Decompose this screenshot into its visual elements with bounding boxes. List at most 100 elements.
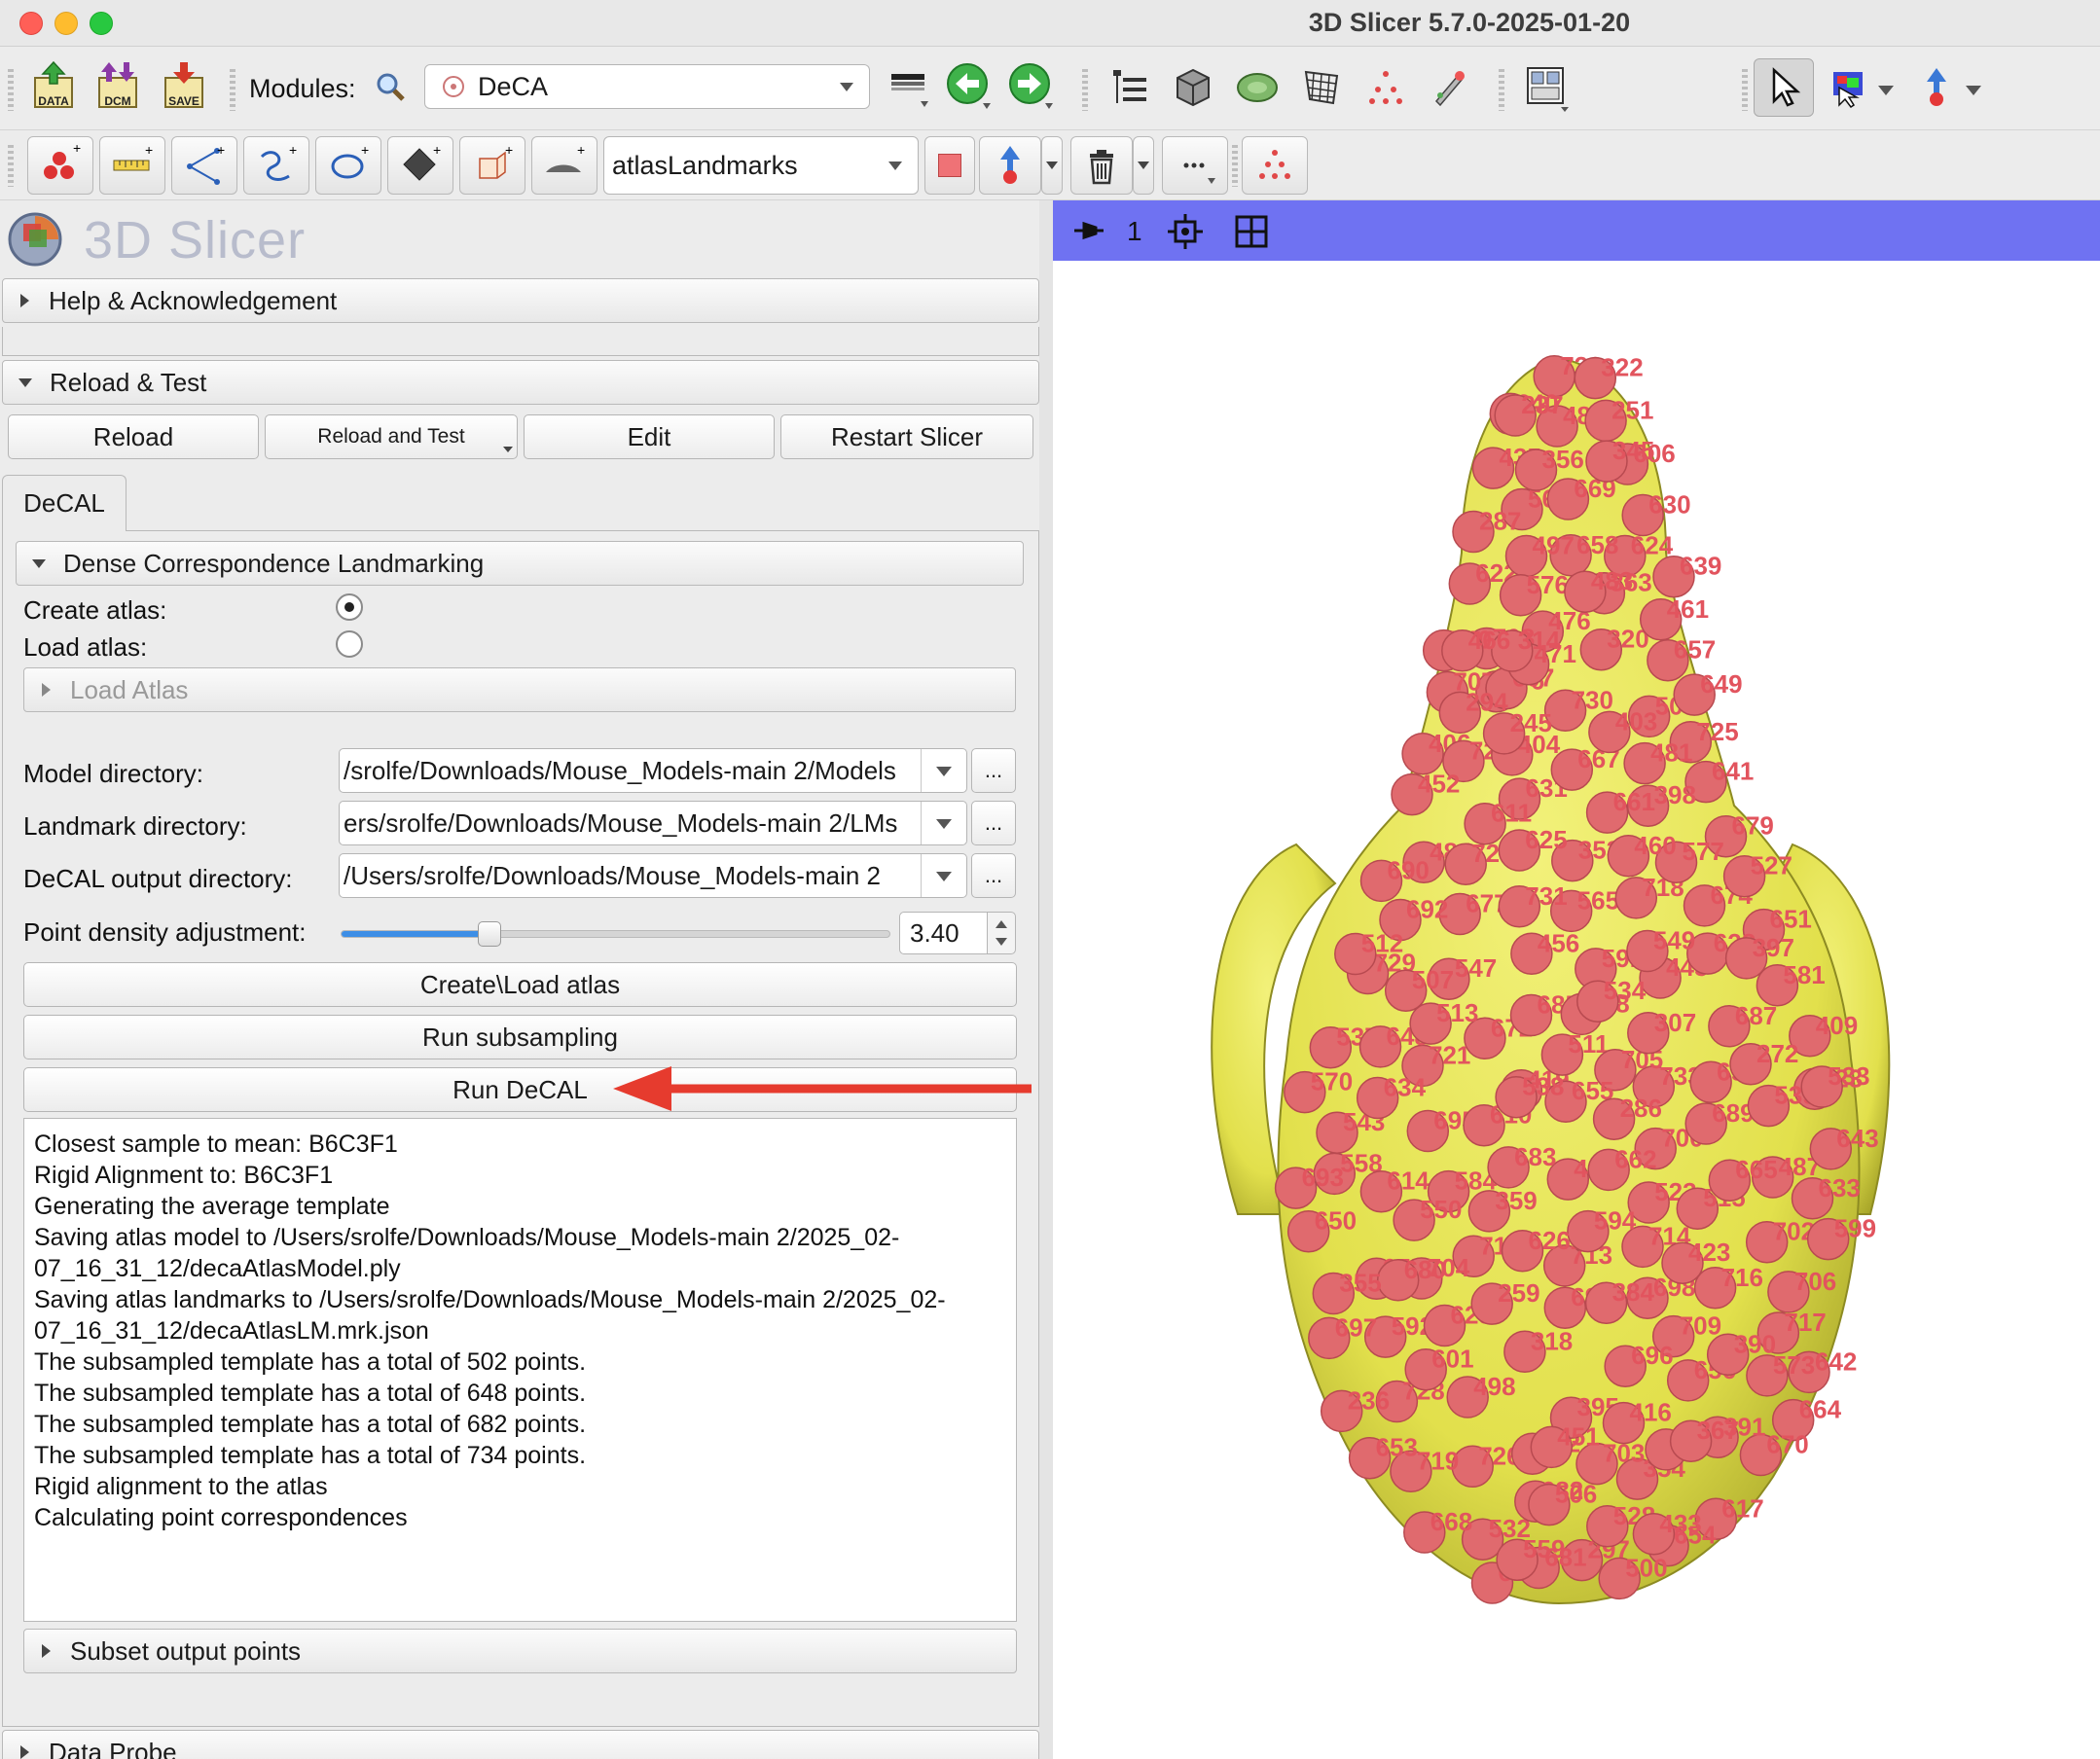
landmark-label: 416: [1630, 1398, 1672, 1427]
toolbar-grip[interactable]: [8, 66, 14, 111]
point-density-slider[interactable]: [341, 921, 890, 947]
create-atlas-radio[interactable]: [336, 593, 363, 621]
landmark-directory-field[interactable]: ers/srolfe/Downloads/Mouse_Models-main 2…: [339, 801, 967, 845]
models-module-button[interactable]: [1230, 60, 1285, 115]
create-surface-button[interactable]: +: [531, 136, 597, 195]
more-options-button[interactable]: [1162, 136, 1228, 195]
save-button[interactable]: SAVE: [158, 60, 212, 115]
load-atlas-radio[interactable]: [336, 630, 363, 658]
close-window-button[interactable]: [19, 12, 43, 35]
window-level-button[interactable]: [1824, 60, 1878, 115]
landmark-label: 355: [1339, 1269, 1381, 1298]
landmark-label: 693: [1302, 1163, 1344, 1192]
delete-options-arrow[interactable]: [1133, 136, 1154, 195]
plane-icon: +: [403, 143, 441, 181]
delete-markup-button[interactable]: [1070, 136, 1133, 195]
panel-splitter[interactable]: [1039, 200, 1053, 1759]
landmark-point[interactable]: 461: [1639, 594, 1709, 641]
toolbar-grip[interactable]: [1082, 66, 1088, 111]
create-closed-curve-button[interactable]: +: [315, 136, 381, 195]
output-directory-field[interactable]: /Users/srolfe/Downloads/Mouse_Models-mai…: [339, 853, 967, 898]
point-density-spinbox[interactable]: 3.40: [899, 912, 991, 954]
markup-node-selector[interactable]: atlasLandmarks: [603, 136, 919, 195]
edit-button[interactable]: Edit: [524, 414, 775, 459]
previous-module-button[interactable]: [942, 58, 996, 113]
module-search-icon[interactable]: [374, 70, 407, 108]
landmark-label: 550: [1420, 1195, 1462, 1224]
reload-and-test-button[interactable]: Reload and Test: [265, 414, 518, 459]
load-atlas-section[interactable]: Load Atlas: [23, 667, 1016, 712]
place-mode-menu-arrow[interactable]: [1966, 86, 1981, 95]
toolbar-grip[interactable]: [1742, 66, 1748, 111]
reload-button[interactable]: Reload: [8, 414, 259, 459]
model-directory-field[interactable]: /srolfe/Downloads/Mouse_Models-main 2/Mo…: [339, 748, 967, 793]
volumes-module-button[interactable]: [1166, 60, 1220, 115]
3d-view[interactable]: 1 59156856560641950355854761451162261753…: [1053, 200, 2100, 1759]
tab-decal[interactable]: DeCAL: [2, 475, 127, 531]
color-swatch: [938, 154, 961, 177]
dense-correspondence-section[interactable]: Dense Correspondence Landmarking: [16, 541, 1024, 586]
center-view-icon[interactable]: [1166, 212, 1205, 251]
landmark-point[interactable]: 500: [1598, 1553, 1668, 1600]
load-data-button[interactable]: DATA: [27, 60, 82, 115]
landmark-directory-browse-button[interactable]: ...: [971, 801, 1016, 845]
ruler-icon: +: [113, 143, 153, 171]
markups-visibility-button[interactable]: [1242, 136, 1308, 195]
window-level-menu-arrow[interactable]: [1878, 86, 1894, 95]
minimize-window-button[interactable]: [54, 12, 78, 35]
markup-color-button[interactable]: [924, 136, 975, 195]
landmark-label: 577: [1683, 837, 1724, 866]
model-directory-browse-button[interactable]: ...: [971, 748, 1016, 793]
transforms-module-button[interactable]: [1294, 60, 1349, 115]
landmark-point[interactable]: 599: [1806, 1214, 1876, 1261]
layout-grid-icon[interactable]: [1234, 214, 1269, 249]
help-acknowledgement-section[interactable]: Help & Acknowledgement: [2, 278, 1039, 323]
maximize-window-button[interactable]: [90, 12, 113, 35]
create-curve-button[interactable]: +: [243, 136, 309, 195]
markups-module-button[interactable]: [1358, 60, 1413, 115]
create-point-list-button[interactable]: +: [27, 136, 93, 195]
3d-scene[interactable]: 5915685656064195035585476145116226175325…: [1053, 261, 2100, 1759]
landmark-label: 397: [1753, 933, 1794, 962]
create-roi-button[interactable]: +: [459, 136, 525, 195]
spinbox-arrows[interactable]: [987, 912, 1016, 954]
dicom-button[interactable]: DCM: [91, 60, 146, 115]
load-atlas-section-label: Load Atlas: [70, 674, 189, 704]
landmark-point[interactable]: 649: [1673, 669, 1743, 716]
subset-output-points-section[interactable]: Subset output points: [23, 1629, 1017, 1673]
toolbar-grip[interactable]: [230, 66, 235, 111]
landmark-point[interactable]: 322: [1574, 353, 1644, 400]
place-fiducial-button[interactable]: [1909, 60, 1964, 115]
landmark-label: 251: [1611, 395, 1653, 424]
toolbar-grip[interactable]: [1499, 66, 1504, 111]
reload-test-section[interactable]: Reload & Test: [2, 360, 1039, 405]
create-plane-button[interactable]: +: [387, 136, 453, 195]
layout-button[interactable]: [1520, 60, 1575, 115]
place-options-arrow[interactable]: [1041, 136, 1063, 195]
data-module-button[interactable]: [1104, 60, 1158, 115]
editor-module-button[interactable]: [1423, 60, 1477, 115]
pin-icon[interactable]: [1072, 218, 1105, 243]
create-load-atlas-button[interactable]: Create\Load atlas: [23, 962, 1017, 1007]
toolbar-grip[interactable]: [8, 142, 14, 187]
surface-icon: +: [546, 143, 585, 172]
point-density-label: Point density adjustment:: [23, 917, 307, 947]
output-directory-browse-button[interactable]: ...: [971, 853, 1016, 898]
next-module-button[interactable]: [1004, 58, 1059, 113]
place-markup-button[interactable]: [979, 136, 1041, 195]
slicer-logo-area: 3D Slicer: [0, 200, 1049, 274]
restart-slicer-button[interactable]: Restart Slicer: [780, 414, 1033, 459]
module-history-button[interactable]: [882, 58, 936, 113]
log-output-area[interactable]: Closest sample to mean: B6C3F1 Rigid Alig…: [23, 1118, 1017, 1622]
slider-handle[interactable]: [478, 921, 501, 947]
run-subsampling-button[interactable]: Run subsampling: [23, 1015, 1017, 1059]
create-angle-button[interactable]: +: [171, 136, 237, 195]
landmark-label: 599: [1834, 1214, 1876, 1243]
data-probe-section[interactable]: Data Probe: [2, 1730, 1039, 1759]
landmark-point[interactable]: 630: [1621, 490, 1691, 537]
landmark-label: 662: [1614, 1144, 1656, 1173]
view-transform-mode-button[interactable]: [1754, 58, 1814, 117]
module-selector[interactable]: DeCA: [424, 64, 870, 109]
toolbar-grip[interactable]: [1232, 142, 1238, 187]
create-line-button[interactable]: +: [99, 136, 165, 195]
